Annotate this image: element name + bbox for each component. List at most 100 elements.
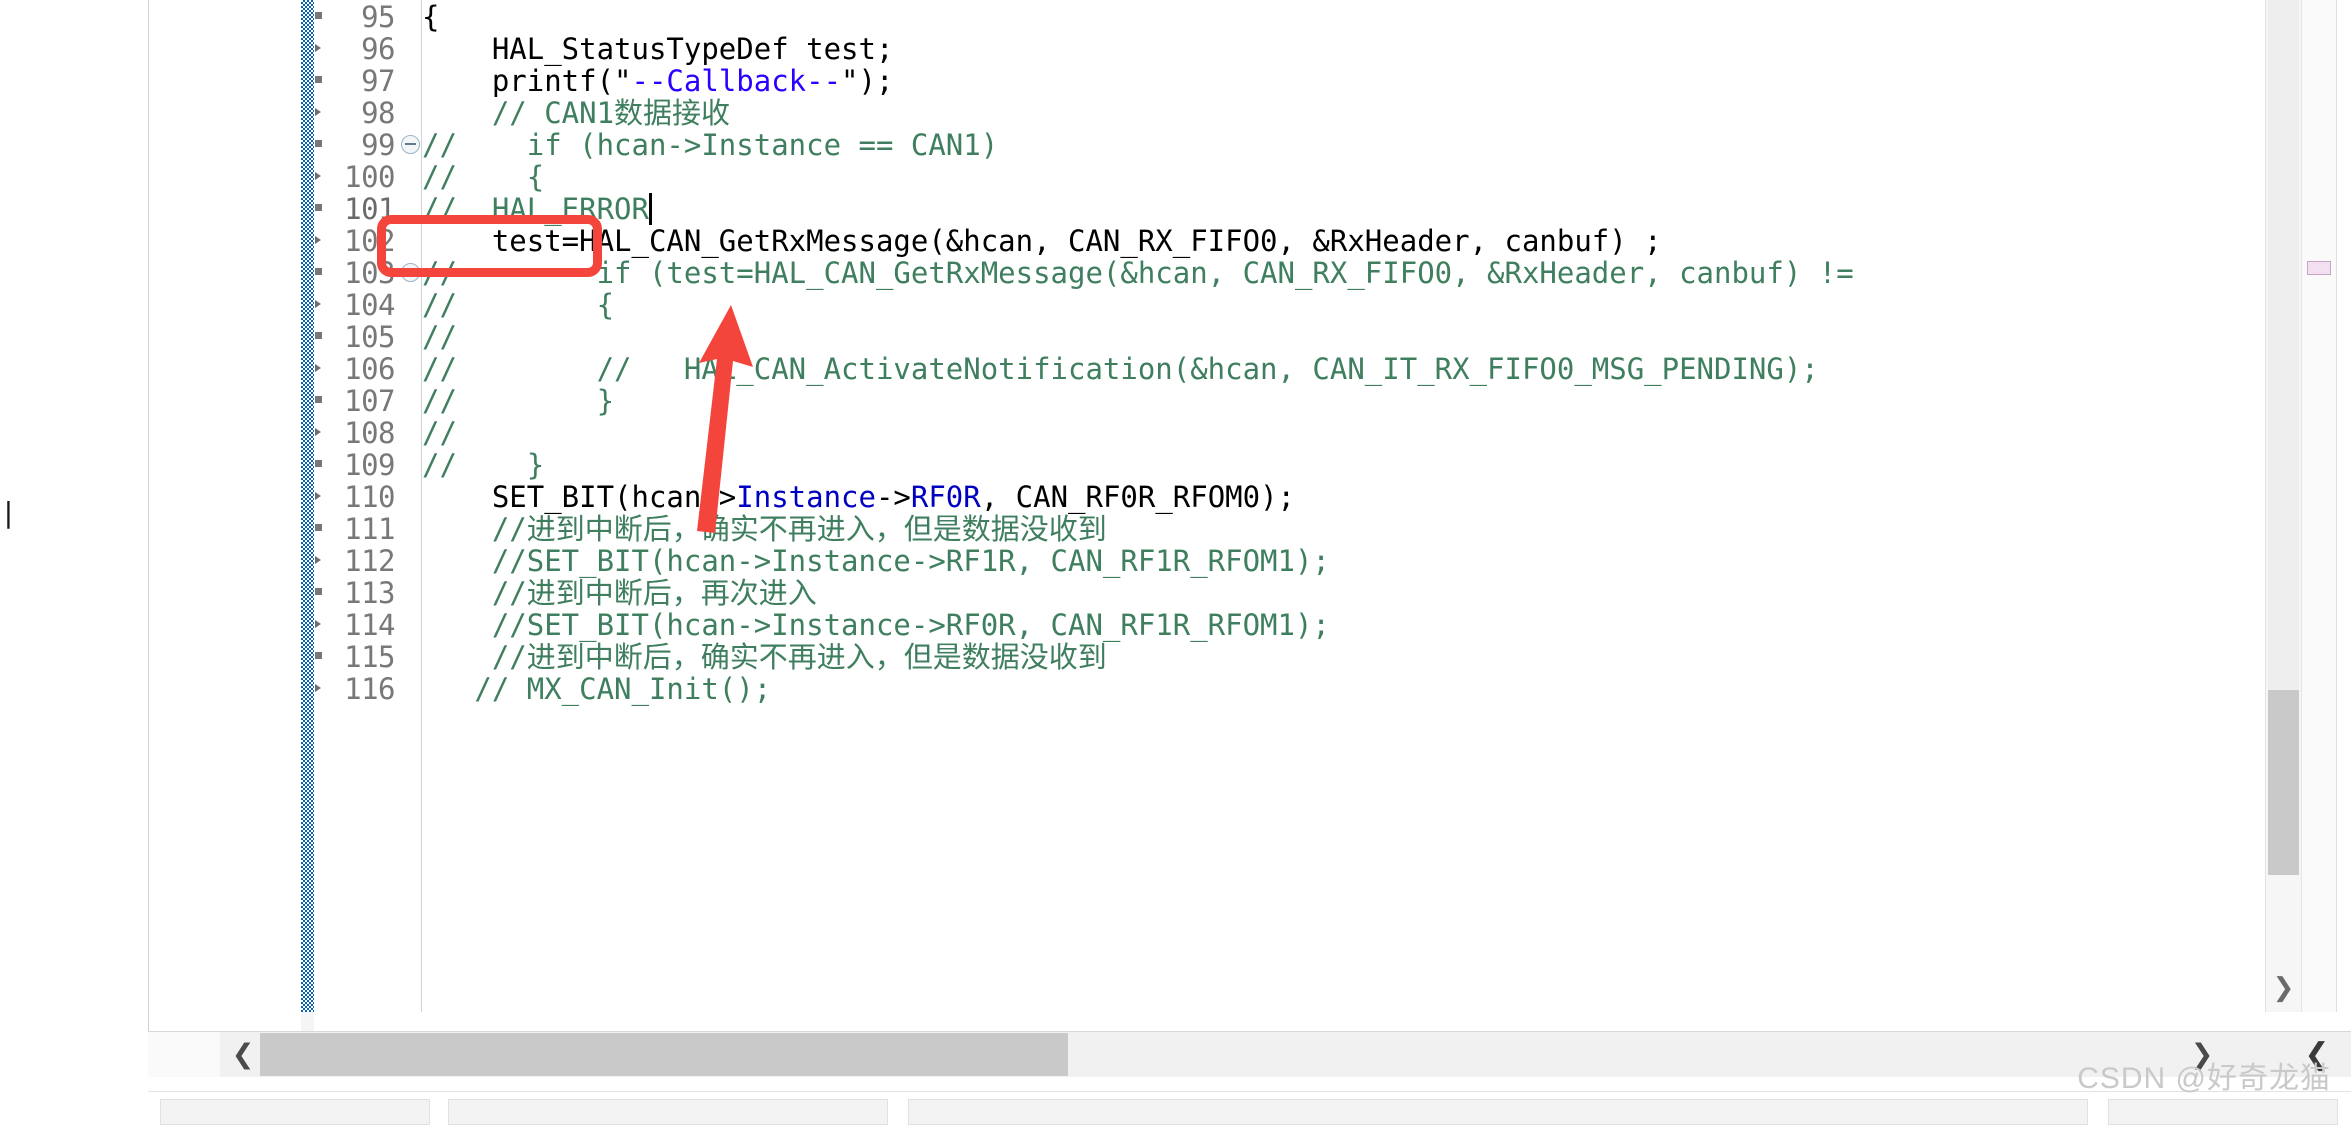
annotation-marker-square[interactable] [315, 204, 322, 211]
code-line[interactable]: // HAL_ERROR [422, 193, 649, 225]
code-line[interactable]: //SET_BIT(hcan->Instance->RF1R, CAN_RF1R… [422, 545, 1330, 577]
line-number: 112 [344, 544, 395, 578]
horizontal-scrollbar[interactable]: ❮ ❯ ❮ [148, 1031, 2351, 1077]
line-number: 98 [361, 96, 395, 130]
line-number: 116 [344, 672, 395, 706]
code-line[interactable]: //SET_BIT(hcan->Instance->RF0R, CAN_RF1R… [422, 609, 1330, 641]
code-line[interactable]: //进到中断后，确实不再进入，但是数据没收到 [422, 641, 1107, 673]
editor-right-edge [2336, 0, 2351, 1012]
code-line[interactable]: // MX_CAN_Init(); [422, 673, 771, 705]
annotation-marker-square[interactable] [315, 76, 322, 83]
code-line[interactable]: { [422, 1, 439, 33]
horizontal-scrollbar-thumb[interactable] [260, 1033, 1068, 1076]
annotation-marker-arrow[interactable] [315, 108, 321, 116]
line-number: 96 [361, 32, 395, 66]
code-token-comment: // { [422, 288, 615, 322]
code-line[interactable]: // // HAL_CAN_ActivateNotification(&hcan… [422, 353, 1819, 385]
code-line[interactable]: HAL_StatusTypeDef test; [422, 32, 894, 66]
bottom-tab-placeholder-1[interactable] [160, 1099, 430, 1125]
bottom-tab-placeholder-4[interactable] [2108, 1099, 2338, 1125]
horizontal-scrollbar-left-pad [148, 1032, 220, 1077]
code-token-comment: //SET_BIT(hcan->Instance->RF1R, CAN_RF1R… [422, 544, 1330, 578]
code-line[interactable]: //进到中断后，确实不再进入，但是数据没收到 [422, 513, 1107, 545]
code-token-field: Instance [736, 480, 876, 514]
vertical-scrollbar[interactable]: ❯ [2265, 0, 2301, 1012]
annotation-marker-square[interactable] [315, 12, 322, 19]
overview-ruler[interactable] [2301, 0, 2337, 1012]
code-token-comment: // } [422, 448, 545, 482]
code-token-comment: //进到中断后，再次进入 [422, 576, 817, 610]
code-token-plain: test=HAL_CAN_GetRxMessage(&hcan, CAN_RX_… [422, 224, 1662, 258]
code-token-comment: // [422, 416, 457, 450]
line-number: 95 [361, 0, 395, 34]
annotation-marker-arrow[interactable] [315, 236, 321, 244]
annotation-marker-square[interactable] [315, 524, 322, 531]
code-text-area[interactable]: { HAL_StatusTypeDef test; printf("--Call… [422, 0, 2351, 1012]
annotation-marker-arrow[interactable] [315, 172, 321, 180]
annotation-marker-arrow[interactable] [315, 620, 321, 628]
annotation-marker-square[interactable] [315, 396, 322, 403]
bottom-divider [148, 1091, 2351, 1092]
line-number: 101 [344, 192, 395, 226]
annotation-marker-square[interactable] [315, 268, 322, 275]
code-line[interactable]: test=HAL_CAN_GetRxMessage(&hcan, CAN_RX_… [422, 225, 1662, 257]
annotation-marker-square[interactable] [315, 332, 322, 339]
line-number: 97 [361, 64, 395, 98]
code-line[interactable]: // { [422, 161, 544, 193]
code-line[interactable]: printf("--Callback--"); [422, 64, 894, 98]
bottom-tab-placeholder-3[interactable] [908, 1099, 2088, 1125]
code-line[interactable]: // CAN1数据接收 [422, 97, 730, 129]
code-line[interactable]: // if (test=HAL_CAN_GetRxMessage(&hcan, … [422, 257, 1854, 289]
line-number: 100 [344, 160, 395, 194]
line-number: 99 [361, 128, 395, 162]
code-token-plain: printf(" [422, 64, 632, 98]
code-token-string: --Callback-- [631, 64, 842, 98]
code-line[interactable]: // { [422, 289, 614, 321]
overview-ruler-mark[interactable] [2307, 261, 2331, 275]
line-number: 107 [344, 384, 395, 418]
annotation-marker-square[interactable] [315, 460, 322, 467]
annotation-marker-square[interactable] [315, 140, 322, 147]
chevron-left-icon[interactable]: ❮ [226, 1032, 260, 1077]
annotation-marker-arrow[interactable] [315, 684, 321, 692]
code-token-comment: // { [422, 160, 545, 194]
code-line[interactable]: // } [422, 385, 614, 417]
code-line[interactable]: // [422, 321, 457, 353]
vertical-scrollbar-track-upper[interactable] [2268, 0, 2299, 690]
page-left-margin [0, 0, 148, 1125]
code-token-comment: // HAL_ERROR [422, 192, 649, 226]
code-token-plain: SET_BIT(hcan-> [422, 480, 737, 514]
annotation-marker-square[interactable] [315, 652, 322, 659]
annotation-ruler[interactable] [314, 0, 324, 1012]
annotation-marker-arrow[interactable] [315, 556, 321, 564]
line-number: 102 [344, 224, 395, 258]
code-line[interactable]: // } [422, 449, 544, 481]
code-line[interactable]: // if (hcan->Instance == CAN1) [422, 129, 998, 161]
chevron-down-icon[interactable]: ❯ [2266, 964, 2301, 1012]
line-number: 110 [344, 480, 395, 514]
annotation-marker-arrow[interactable] [315, 300, 321, 308]
bottom-panel-strip [148, 1077, 2351, 1125]
code-line[interactable]: SET_BIT(hcan->Instance->RF0R, CAN_RF0R_R… [422, 481, 1295, 513]
code-token-comment: // } [422, 384, 615, 418]
vertical-scrollbar-thumb[interactable] [2268, 690, 2299, 875]
fold-collapse-icon[interactable] [401, 135, 420, 154]
line-number: 104 [344, 288, 395, 322]
line-number: 105 [344, 320, 395, 354]
code-line[interactable]: //进到中断后，再次进入 [422, 577, 817, 609]
code-line[interactable]: // [422, 417, 457, 449]
code-token-comment: //进到中断后，确实不再进入，但是数据没收到 [422, 512, 1107, 546]
fold-collapse-icon[interactable] [401, 263, 420, 282]
annotation-marker-arrow[interactable] [315, 364, 321, 372]
code-token-comment: // if (hcan->Instance == CAN1) [422, 128, 999, 162]
code-token-plain: HAL_StatusTypeDef test; [422, 32, 894, 66]
annotation-marker-square[interactable] [315, 588, 322, 595]
code-token-comment: // if (test=HAL_CAN_GetRxMessage(&hcan, … [422, 256, 1854, 290]
line-number: 108 [344, 416, 395, 450]
annotation-marker-arrow[interactable] [315, 492, 321, 500]
change-bar-gutter [301, 0, 314, 1012]
annotation-marker-arrow[interactable] [315, 44, 321, 52]
text-caret [648, 193, 652, 225]
annotation-marker-arrow[interactable] [315, 428, 321, 436]
bottom-tab-placeholder-2[interactable] [448, 1099, 888, 1125]
